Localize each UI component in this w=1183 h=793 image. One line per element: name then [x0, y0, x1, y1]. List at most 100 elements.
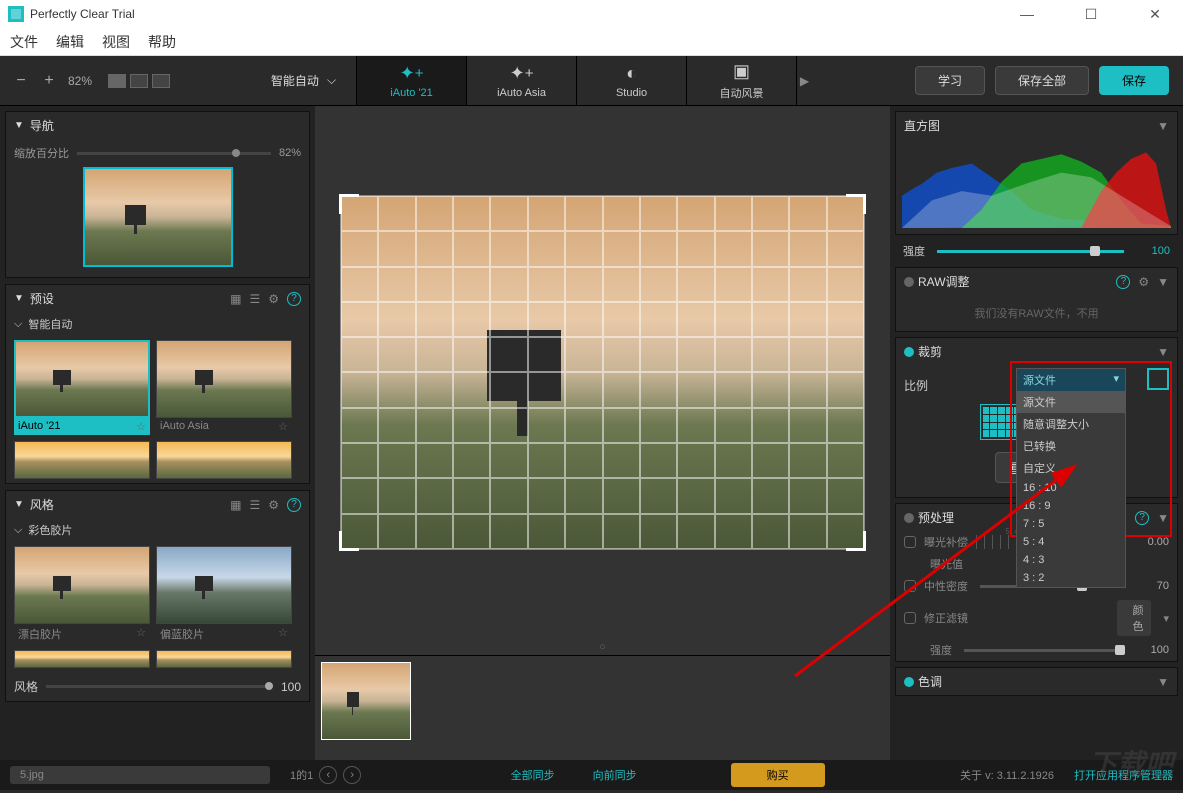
prev-button[interactable]: ‹: [319, 766, 337, 784]
star-icon[interactable]: ☆: [278, 420, 288, 433]
grid-view-icon[interactable]: ▦: [230, 498, 241, 512]
crop-grid-overlay: [341, 196, 864, 549]
mode-iauto-asia[interactable]: ✦+ iAuto Asia: [466, 56, 576, 105]
file-name[interactable]: 5.jpg: [10, 766, 270, 784]
grid-view-icon[interactable]: ▦: [230, 292, 241, 306]
close-icon[interactable]: ✕: [1135, 6, 1175, 23]
zoom-out-button[interactable]: −: [12, 72, 30, 90]
intensity-slider[interactable]: [937, 250, 1124, 253]
maximize-icon[interactable]: ☐: [1071, 6, 1111, 23]
style-item[interactable]: 漂白胶片☆: [14, 546, 150, 644]
exposure-comp-label: 曝光补偿: [924, 534, 968, 550]
minimize-icon[interactable]: —: [1007, 6, 1047, 23]
save-button[interactable]: 保存: [1099, 66, 1169, 95]
dropdown-item[interactable]: 7 : 5: [1017, 515, 1125, 533]
preset-item[interactable]: iAuto Asia☆: [156, 340, 292, 435]
style-slider[interactable]: [46, 685, 273, 688]
list-view-icon[interactable]: ☰: [249, 292, 260, 306]
crop-handle-bl[interactable]: [339, 531, 359, 551]
star-icon[interactable]: ☆: [136, 420, 146, 433]
collapse-icon[interactable]: ▼: [1157, 275, 1169, 289]
dropdown-item[interactable]: 4 : 3: [1017, 551, 1125, 569]
canvas-image[interactable]: [340, 195, 865, 550]
preset-item[interactable]: [14, 441, 150, 479]
collapse-icon[interactable]: ▼: [1157, 511, 1169, 525]
collapse-icon[interactable]: ▼: [14, 120, 24, 131]
ev-label: 曝光值: [930, 556, 963, 572]
crop-panel: 裁剪 ▼ 比例 源文件▾ 源文件 随意调整大小 已转换 自定义 16 : 10 …: [895, 337, 1178, 498]
preprocess-title: 预处理: [918, 509, 954, 526]
layout-dual-icon[interactable]: [152, 74, 170, 88]
crop-handle-tl[interactable]: [339, 194, 359, 214]
collapse-icon[interactable]: ▼: [1157, 345, 1169, 359]
nd-label: 中性密度: [924, 578, 968, 594]
save-all-button[interactable]: 保存全部: [995, 66, 1089, 95]
filter-value[interactable]: 颜色: [1117, 600, 1151, 636]
nav-thumbnail[interactable]: [83, 167, 233, 267]
buy-button[interactable]: 购买: [731, 763, 825, 787]
layout-split-icon[interactable]: [130, 74, 148, 88]
menu-edit[interactable]: 编辑: [56, 32, 84, 52]
mode-landscape[interactable]: ▣ 自动风景: [686, 56, 796, 105]
zoom-slider[interactable]: [77, 152, 271, 155]
modes-scroll-right[interactable]: ▶: [796, 56, 812, 105]
list-view-icon[interactable]: ☰: [249, 498, 260, 512]
help-icon[interactable]: ?: [287, 498, 301, 512]
style-item[interactable]: [156, 650, 292, 668]
collapse-icon[interactable]: ▼: [14, 293, 24, 304]
gear-icon[interactable]: ⚙: [268, 498, 279, 512]
crop-ratio-dropdown[interactable]: 源文件▾ 源文件 随意调整大小 已转换 自定义 16 : 10 16 : 9 7…: [1016, 368, 1126, 588]
zoom-in-button[interactable]: +: [40, 72, 58, 90]
checkbox[interactable]: [904, 612, 916, 624]
filmstrip: [315, 655, 890, 760]
dropdown-item[interactable]: 已转换: [1017, 435, 1125, 457]
star-icon[interactable]: ☆: [136, 626, 146, 642]
chevron-down-icon[interactable]: ⌵: [14, 524, 22, 537]
help-icon[interactable]: ?: [1116, 275, 1130, 289]
style-item[interactable]: 偏蓝胶片☆: [156, 546, 292, 644]
menu-file[interactable]: 文件: [10, 32, 38, 52]
dropdown-item[interactable]: 5 : 4: [1017, 533, 1125, 551]
sync-all-button[interactable]: 全部同步: [511, 767, 555, 783]
style-item[interactable]: [14, 650, 150, 668]
dropdown-item[interactable]: 源文件: [1017, 391, 1125, 413]
mode-iauto21[interactable]: ✦+ iAuto '21: [356, 56, 466, 105]
sync-forward-button[interactable]: 向前同步: [593, 767, 637, 783]
chevron-down-icon[interactable]: ⌵: [14, 318, 22, 331]
crop-handle-tr[interactable]: [846, 194, 866, 214]
dropdown-item[interactable]: 16 : 9: [1017, 497, 1125, 515]
strength-slider[interactable]: [964, 649, 1123, 652]
film-thumbnail[interactable]: [321, 662, 411, 740]
menu-view[interactable]: 视图: [102, 32, 130, 52]
preset-item[interactable]: iAuto '21 ☆: [14, 340, 150, 435]
strength-label: 强度: [930, 642, 952, 658]
collapse-icon[interactable]: ▼: [14, 499, 24, 510]
preset-label: iAuto '21: [18, 420, 60, 433]
panel-dot-icon: [904, 677, 914, 687]
star-icon[interactable]: ☆: [278, 626, 288, 642]
chevron-down-icon: ▾: [1113, 372, 1119, 388]
collapse-icon[interactable]: ▼: [1157, 119, 1169, 133]
dropdown-item[interactable]: 3 : 2: [1017, 569, 1125, 587]
wand-icon: ✦+: [400, 63, 424, 85]
help-icon[interactable]: ?: [287, 292, 301, 306]
menu-help[interactable]: 帮助: [148, 32, 176, 52]
learn-button[interactable]: 学习: [915, 66, 985, 95]
layout-single-icon[interactable]: [108, 74, 126, 88]
checkbox[interactable]: [904, 536, 916, 548]
mode-studio[interactable]: ◐ Studio: [576, 56, 686, 105]
next-button[interactable]: ›: [343, 766, 361, 784]
dropdown-item[interactable]: 随意调整大小: [1017, 413, 1125, 435]
mode-label: iAuto Asia: [497, 87, 546, 99]
gear-icon[interactable]: ⚙: [268, 292, 279, 306]
checkbox[interactable]: [904, 580, 916, 592]
crop-icon[interactable]: [1147, 368, 1169, 390]
collapse-icon[interactable]: ▼: [1157, 675, 1169, 689]
crop-handle-br[interactable]: [846, 531, 866, 551]
dropdown-item[interactable]: 自定义: [1017, 457, 1125, 479]
gear-icon[interactable]: ⚙: [1138, 275, 1149, 289]
dropdown-item[interactable]: 16 : 10: [1017, 479, 1125, 497]
preset-item[interactable]: [156, 441, 292, 479]
help-icon[interactable]: ?: [1135, 511, 1149, 525]
preset-dropdown[interactable]: 智能自动 ⌵: [271, 72, 336, 89]
